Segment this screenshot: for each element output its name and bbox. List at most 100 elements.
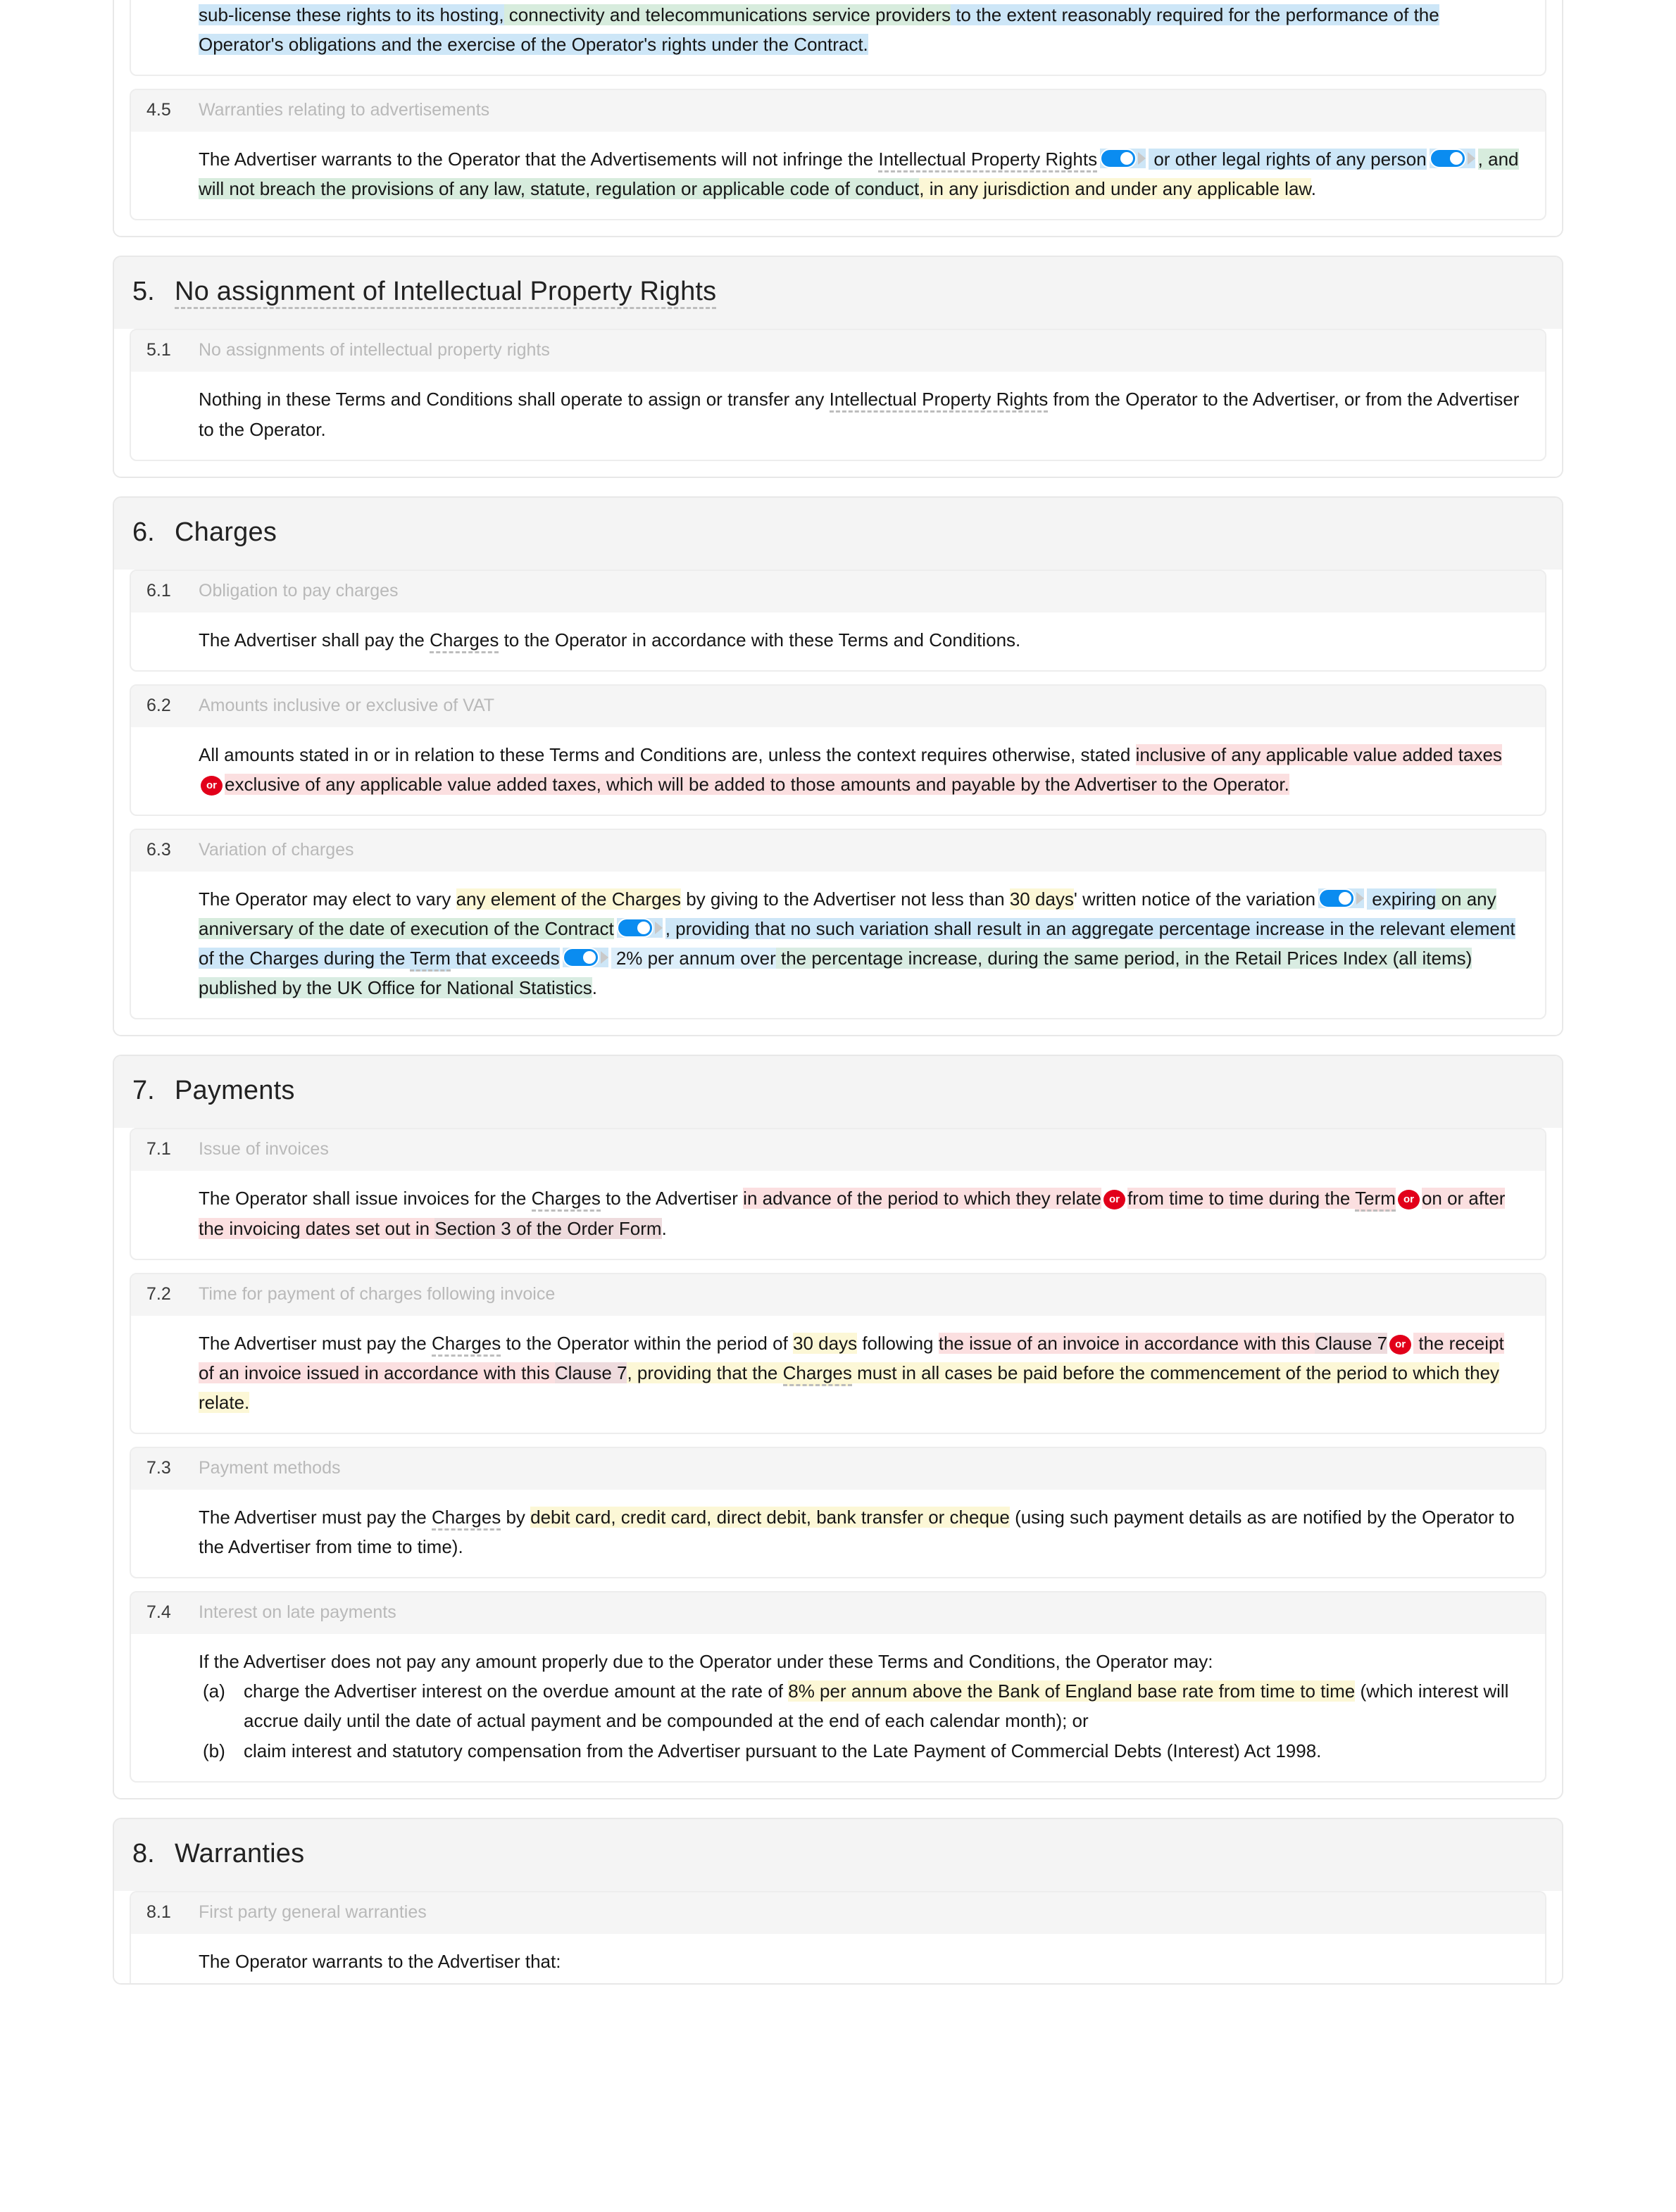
defined-term: Intellectual Property Rights bbox=[829, 389, 1049, 413]
or-badge[interactable]: or bbox=[1103, 1190, 1125, 1210]
section-number: 8. bbox=[132, 1838, 155, 1868]
clause-7-1: 7.1 Issue of invoices The Operator shall… bbox=[130, 1128, 1546, 1260]
clause-5-1-paragraph: Nothing in these Terms and Conditions sh… bbox=[199, 384, 1524, 444]
hl-30-days: 30 days bbox=[1009, 888, 1074, 910]
text-run: Nothing in these Terms and Conditions sh… bbox=[199, 389, 830, 410]
list-marker: (b) bbox=[203, 1740, 225, 1761]
section-7-body: 7.1 Issue of invoices The Operator shall… bbox=[114, 1128, 1562, 1798]
text-run: that exceeds bbox=[450, 948, 560, 969]
toggle-switch[interactable] bbox=[616, 918, 663, 938]
clause-4-4-continued: sub-license these rights to its hosting,… bbox=[130, 0, 1546, 77]
clause-8-1-paragraph: The Operator warrants to the Advertiser … bbox=[199, 1950, 561, 1972]
text-run: by bbox=[501, 1506, 531, 1528]
toggle-switch[interactable] bbox=[1429, 149, 1475, 169]
toggle-knob[interactable] bbox=[1318, 888, 1356, 908]
toggle-knob[interactable] bbox=[1429, 149, 1466, 169]
toggle-switch[interactable] bbox=[1318, 888, 1365, 908]
section-card-5: 5. No assignment of Intellectual Propert… bbox=[113, 256, 1563, 478]
clause-number: 7.4 bbox=[146, 1602, 171, 1623]
text-run: . bbox=[592, 977, 598, 999]
toggle-switch[interactable] bbox=[562, 948, 608, 968]
clause-number: 6.2 bbox=[146, 695, 171, 715]
clause-title: First party general warranties bbox=[199, 1902, 427, 1922]
section-title: Charges bbox=[175, 517, 277, 547]
clause-title: Time for payment of charges following in… bbox=[199, 1283, 556, 1304]
hl-30-days: 30 days bbox=[793, 1332, 858, 1354]
section-6-body: 6.1 Obligation to pay charges The Advert… bbox=[114, 569, 1562, 1036]
section-title: Payments bbox=[175, 1076, 295, 1106]
clause-7-4: 7.4 Interest on late payments If the Adv… bbox=[130, 1591, 1546, 1783]
section-5-body: 5.1 No assignments of intellectual prope… bbox=[114, 329, 1562, 477]
list-item: (a) charge the Advertiser interest on th… bbox=[199, 1676, 1524, 1735]
section-title: No assignment of Intellectual Property R… bbox=[175, 277, 717, 310]
defined-term: Term bbox=[1355, 1188, 1396, 1212]
clause-4-5-header: 4.5 Warranties relating to advertisement… bbox=[131, 90, 1545, 132]
list-item-text: claim interest and statutory compensatio… bbox=[244, 1736, 1524, 1766]
text-run: by giving to the Advertiser not less tha… bbox=[681, 888, 1010, 910]
text-run: All amounts stated in or in relation to … bbox=[199, 743, 1136, 765]
hl-2-percent-per-annum: 2% per annum over bbox=[611, 948, 776, 969]
clause-7-4-intro: If the Advertiser does not pay any amoun… bbox=[199, 1651, 1213, 1673]
clause-6-3-paragraph: The Operator may elect to vary any eleme… bbox=[199, 884, 1524, 1003]
section-5-header: 5. No assignment of Intellectual Propert… bbox=[114, 257, 1562, 329]
section-card-7: 7. Payments 7.1 Issue of invoices The Op… bbox=[113, 1055, 1563, 1799]
clause-7-2-header: 7.2 Time for payment of charges followin… bbox=[131, 1274, 1545, 1316]
section-6-header: 6. Charges bbox=[114, 497, 1562, 570]
toggle-knob[interactable] bbox=[616, 918, 653, 938]
caret-right-icon[interactable] bbox=[600, 951, 608, 964]
hl-interest-rate: 8% per annum above the Bank of England b… bbox=[788, 1680, 1356, 1702]
clause-7-1-paragraph: The Operator shall issue invoices for th… bbox=[199, 1183, 1524, 1243]
clause-7-1-body: The Operator shall issue invoices for th… bbox=[131, 1171, 1545, 1258]
defined-term: Charges bbox=[782, 1362, 852, 1386]
clause-7-4-header: 7.4 Interest on late payments bbox=[131, 1592, 1545, 1635]
hl-cross-reference: Clause 7 bbox=[1315, 1332, 1388, 1354]
clause-8-1: 8.1 First party general warranties The O… bbox=[130, 1890, 1546, 1983]
or-badge[interactable]: or bbox=[1397, 1190, 1420, 1210]
clause-4-5-body: The Advertiser warrants to the Operator … bbox=[131, 132, 1545, 219]
hl-any-element-charges: any element of the Charges bbox=[456, 888, 682, 910]
or-badge[interactable]: or bbox=[1389, 1334, 1412, 1355]
clause-7-4-body: If the Advertiser does not pay any amoun… bbox=[131, 1634, 1545, 1780]
clause-7-3-body: The Advertiser must pay the Charges by d… bbox=[131, 1490, 1545, 1577]
defined-term: Charges bbox=[431, 1332, 501, 1357]
caret-right-icon[interactable] bbox=[654, 922, 663, 935]
clause-6-3-header: 6.3 Variation of charges bbox=[131, 829, 1545, 872]
text-run: to the Operator within the period of bbox=[501, 1332, 794, 1354]
clause-7-3: 7.3 Payment methods The Advertiser must … bbox=[130, 1446, 1546, 1579]
section-4-body: sub-license these rights to its hosting,… bbox=[114, 0, 1562, 237]
toggle-switch[interactable] bbox=[1100, 149, 1146, 169]
hl-option-a: the issue of an invoice in accordance wi… bbox=[938, 1332, 1315, 1354]
caret-right-icon[interactable] bbox=[1467, 152, 1475, 165]
caret-right-icon[interactable] bbox=[1356, 891, 1365, 905]
clause-6-1-body: The Advertiser shall pay the Charges to … bbox=[131, 612, 1545, 670]
clause-6-3: 6.3 Variation of charges The Operator ma… bbox=[130, 828, 1546, 1020]
text-run: The Operator shall issue invoices for th… bbox=[199, 1188, 532, 1209]
caret-right-icon[interactable] bbox=[1138, 152, 1146, 165]
document-page: sub-license these rights to its hosting,… bbox=[0, 0, 1676, 1985]
clause-title: Obligation to pay charges bbox=[199, 580, 399, 601]
or-badge[interactable]: or bbox=[201, 775, 223, 796]
text-run: The Advertiser shall pay the bbox=[199, 629, 430, 651]
hl-proviso: , providing that the bbox=[627, 1362, 783, 1383]
text-run: following bbox=[857, 1332, 939, 1354]
clause-7-2-body: The Advertiser must pay the Charges to t… bbox=[131, 1316, 1545, 1433]
text-run: to the Advertiser bbox=[600, 1188, 744, 1209]
clause-number: 7.3 bbox=[146, 1457, 171, 1478]
toggle-knob[interactable] bbox=[562, 948, 599, 968]
text-run: to the Operator in accordance with these… bbox=[499, 629, 1021, 651]
hl-expiring: expiring bbox=[1367, 888, 1437, 910]
clause-4-4-body: sub-license these rights to its hosting,… bbox=[131, 0, 1545, 75]
defined-term: Charges bbox=[431, 1506, 501, 1531]
clause-title: No assignments of intellectual property … bbox=[199, 340, 550, 360]
text-run: The Advertiser must pay the bbox=[199, 1506, 432, 1528]
section-8-header: 8. Warranties bbox=[114, 1818, 1562, 1891]
toggle-knob[interactable] bbox=[1100, 149, 1137, 169]
clause-4-4-paragraph: sub-license these rights to its hosting,… bbox=[199, 0, 1524, 59]
clause-title: Variation of charges bbox=[199, 839, 354, 860]
hl-option-a: inclusive of any applicable value added … bbox=[1135, 743, 1502, 765]
clause-number: 6.1 bbox=[146, 580, 171, 601]
section-7-header: 7. Payments bbox=[114, 1056, 1562, 1129]
clause-title: Interest on late payments bbox=[199, 1602, 396, 1623]
section-card-6: 6. Charges 6.1 Obligation to pay charges… bbox=[113, 496, 1563, 1037]
clause-number: 6.3 bbox=[146, 839, 171, 860]
